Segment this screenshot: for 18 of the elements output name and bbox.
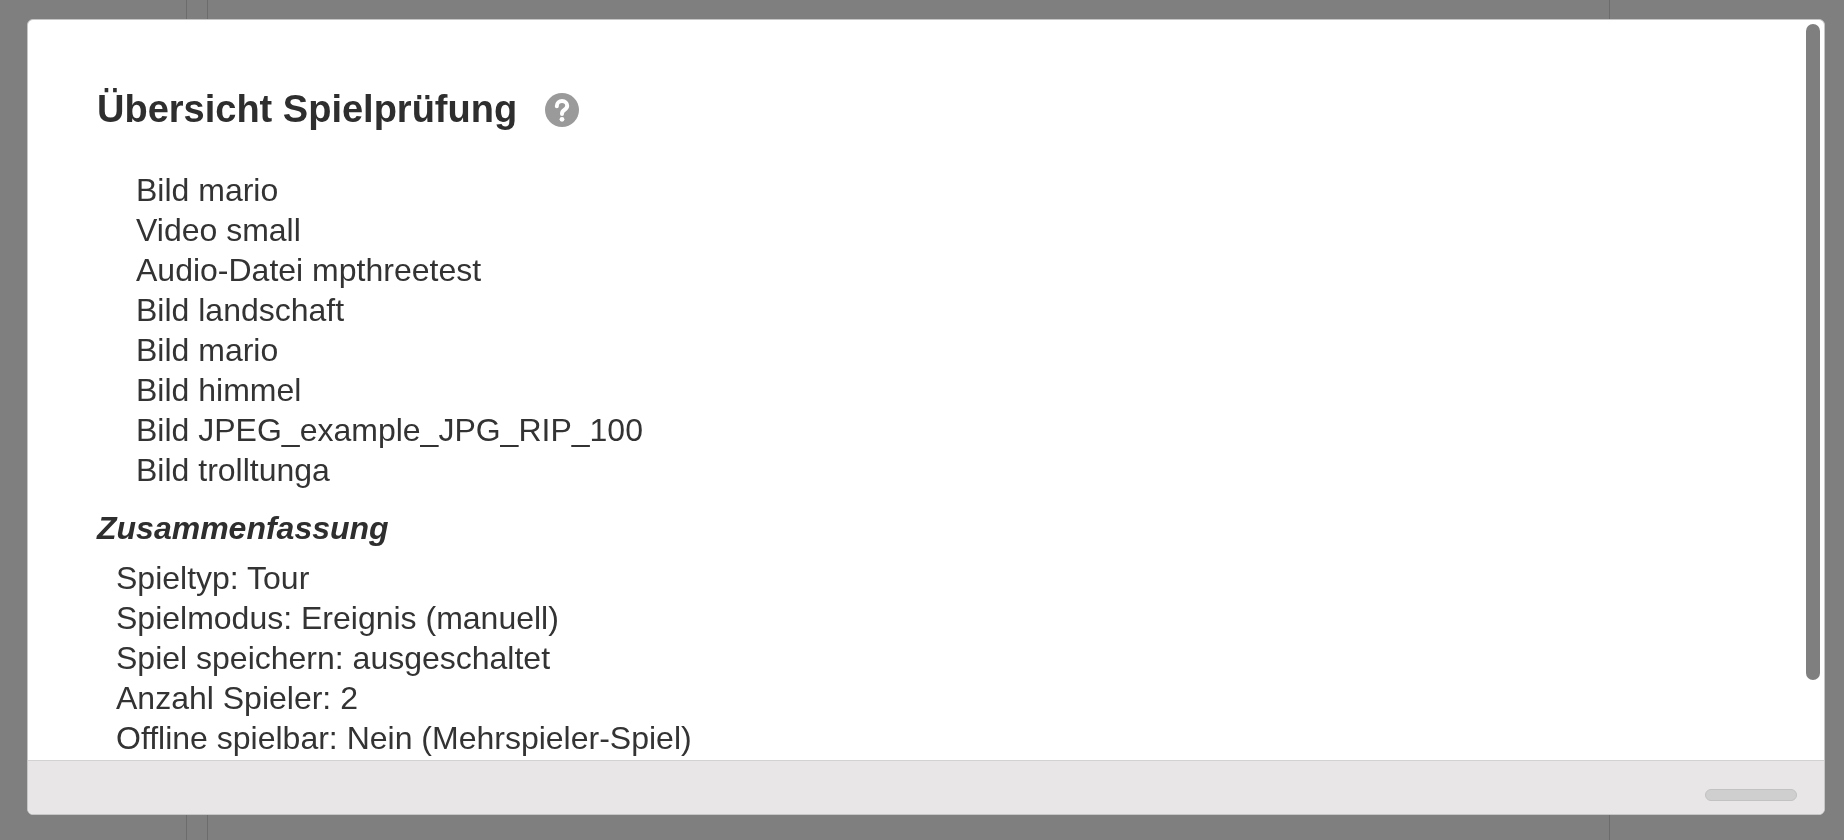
help-icon[interactable] — [545, 92, 580, 127]
summary-item: Spielmodus: Ereignis (manuell) — [116, 599, 559, 638]
scrollbar[interactable] — [1806, 24, 1820, 680]
list-item: Bild JPEG_example_JPG_RIP_100 — [136, 411, 643, 450]
section-heading: Zusammenfassung — [97, 509, 389, 548]
summary-item: Anzahl Spieler: 2 — [116, 679, 358, 718]
list-item: Bild trolltunga — [136, 451, 330, 490]
list-item: Bild mario — [136, 331, 279, 370]
list-item: Bild himmel — [136, 371, 302, 410]
list-item: Bild landschaft — [136, 291, 345, 330]
summary-item: Spieltyp: Tour — [116, 559, 310, 598]
summary-item: Offline spielbar: Nein (Mehrspieler-Spiel) — [116, 719, 692, 758]
list-item: Audio-Datei mpthreetest — [136, 251, 482, 290]
list-item: Bild mario — [136, 171, 279, 210]
summary-item: Spiel speichern: ausgeschaltet — [116, 639, 551, 678]
pill-icon — [1705, 789, 1797, 801]
list-item: Video small — [136, 211, 301, 250]
dialog-title: Übersicht Spielprüfung — [97, 88, 518, 131]
